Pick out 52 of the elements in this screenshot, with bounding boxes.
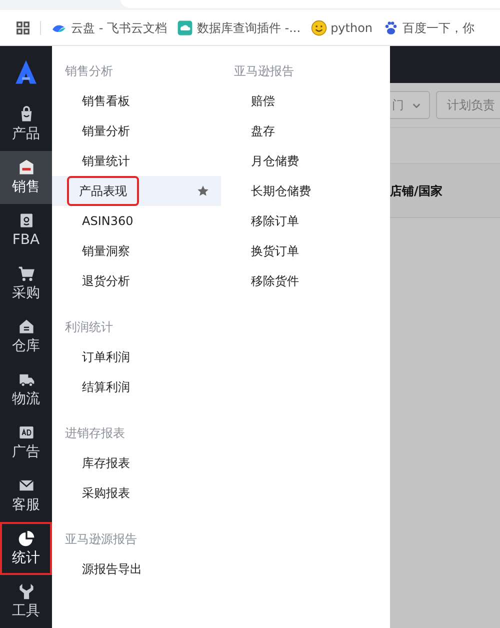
menu-item[interactable]: 结算利润 — [52, 372, 221, 402]
menu-item[interactable]: 采购报表 — [52, 478, 221, 508]
smiley-icon — [310, 20, 327, 36]
ad-icon — [18, 424, 34, 442]
menu-item[interactable]: 月仓储费 — [221, 146, 390, 176]
bookmark-link[interactable]: 数据库查询插件 -... — [176, 18, 301, 36]
cloud-icon — [176, 20, 193, 36]
group-title: 亚马逊报告 — [233, 63, 295, 80]
menu-item[interactable]: 移除订单 — [221, 206, 390, 236]
house-icon — [18, 318, 34, 336]
chevron-down-icon — [412, 100, 421, 110]
group-title: 亚马逊源报告 — [64, 531, 138, 548]
sidebar-item[interactable]: 客服 — [0, 468, 52, 522]
sidebar-item[interactable]: 产品 — [0, 98, 52, 151]
menu-item[interactable]: 库存报表 — [52, 448, 221, 478]
menu-item[interactable]: 销售看板 — [52, 86, 221, 116]
menu-item[interactable]: 换货订单 — [221, 236, 390, 266]
group-title: 销售分析 — [64, 63, 114, 80]
sidebar-item[interactable]: 物流 — [0, 362, 52, 416]
sidebar-item[interactable]: 统计 — [0, 522, 52, 575]
menu-item[interactable]: 销量分析 — [52, 116, 221, 146]
menu-item[interactable]: 长期仓储费 — [221, 176, 390, 206]
sidebar-item[interactable]: FBA — [0, 204, 52, 257]
menu-item[interactable]: 盘存 — [221, 116, 390, 146]
wrench-icon — [18, 583, 34, 600]
column-header: 店铺/国家 — [390, 182, 442, 200]
input-field[interactable]: 计划负责 — [436, 91, 500, 119]
bookmark-link[interactable]: 云盘 - 飞书云文档 — [51, 18, 167, 36]
bookmark-link[interactable]: 百度一下，你 — [382, 18, 475, 36]
star-icon[interactable] — [197, 185, 209, 197]
menu-item[interactable]: 退货分析 — [52, 266, 221, 296]
sidebar-item[interactable]: 销售 — [0, 150, 52, 204]
pie-chart-icon — [18, 530, 34, 548]
menu-item[interactable]: ASIN360 — [52, 206, 221, 236]
paw-icon — [382, 20, 399, 36]
menu-item[interactable]: 产品表现 — [52, 176, 221, 206]
sidebar-item[interactable]: 仓库 — [0, 310, 52, 363]
apps-icon[interactable] — [16, 20, 30, 34]
sidebar-item[interactable]: 广告 — [0, 416, 52, 469]
sidebar-item[interactable]: 工具 — [0, 574, 52, 628]
menu-item[interactable]: 销量洞察 — [52, 236, 221, 266]
group-title: 进销存报表 — [64, 425, 126, 442]
bookmark-link[interactable]: python — [310, 18, 373, 36]
menu-item[interactable]: 源报告导出 — [52, 554, 221, 584]
logo-icon — [13, 58, 39, 85]
menu-item[interactable]: 移除货件 — [221, 266, 390, 296]
cart-icon — [18, 265, 34, 282]
menu-item[interactable]: 订单利润 — [52, 342, 221, 372]
group-title: 利润统计 — [64, 319, 114, 336]
menu-item[interactable]: 赔偿 — [221, 86, 390, 116]
sidebar-item[interactable]: 采购 — [0, 256, 52, 310]
menu-item[interactable]: 销量统计 — [52, 146, 221, 176]
